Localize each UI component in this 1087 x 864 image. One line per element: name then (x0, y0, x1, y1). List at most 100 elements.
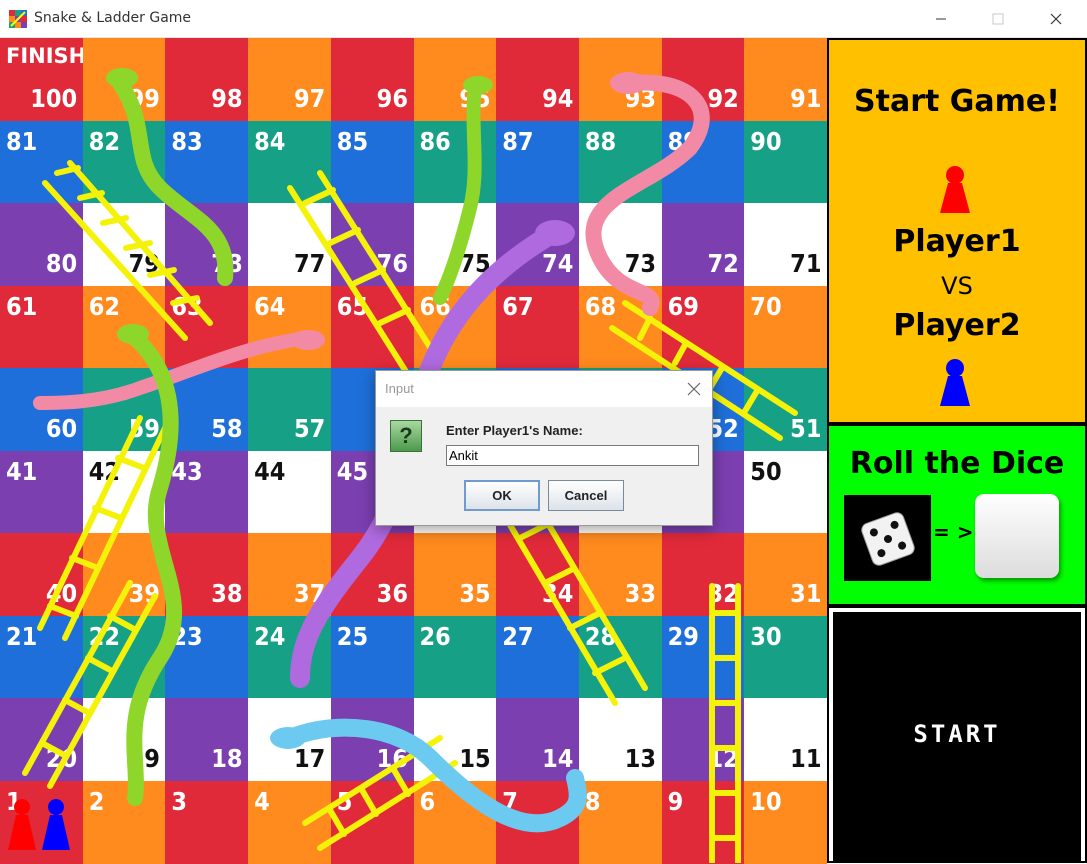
roll-dice-title: Roll the Dice (849, 446, 1065, 481)
minimize-button[interactable] (918, 0, 964, 38)
cell-number: 17 (293, 744, 326, 773)
cell-number: 36 (376, 579, 408, 608)
cell-number: 88 (584, 126, 617, 156)
board-cell: 9 (661, 780, 745, 864)
board-cell: 83 (165, 120, 249, 204)
board-cell: 14 (496, 698, 580, 781)
dialog-title: Input (385, 381, 414, 396)
player-name-input[interactable] (446, 445, 699, 466)
cell-number: 63 (171, 291, 203, 321)
cell-number: 15 (459, 744, 491, 773)
cell-number: 87 (502, 126, 534, 156)
blue-pawn-icon (940, 359, 970, 406)
cell-number: 78 (211, 249, 243, 278)
cell-number: 43 (171, 456, 203, 486)
board-cell: 62 (82, 285, 166, 369)
cell-number: 68 (584, 291, 617, 321)
window-title-bar: Snake & Ladder Game (0, 0, 1087, 38)
cell-number: 58 (211, 414, 243, 443)
cell-number: 62 (88, 291, 120, 321)
board-cell: 64 (248, 285, 332, 369)
cell-number: 13 (624, 744, 657, 773)
board-cell: 97 (248, 38, 332, 121)
board-cell: 60 (0, 368, 84, 451)
start-game-panel: Start Game! Player1 VS Player2 (827, 38, 1087, 424)
board-cell: 81 (0, 120, 84, 204)
board-cell: 89 (661, 120, 745, 204)
cell-number: 61 (6, 291, 38, 321)
roll-dice-button[interactable] (844, 495, 931, 581)
cell-number: 6 (419, 786, 436, 816)
cell-number: 24 (254, 621, 286, 651)
board-cell: 4 (248, 780, 332, 864)
cell-number: 20 (45, 744, 78, 773)
board-cell: 71 (744, 203, 828, 286)
cell-number: 2 (88, 786, 105, 816)
dialog-prompt: Enter Player1's Name: (446, 423, 583, 438)
board-cell: 87 (496, 120, 580, 204)
board-cell: 41 (0, 450, 84, 534)
cell-number: 97 (293, 84, 326, 113)
cell-number: 44 (254, 456, 286, 486)
cell-number: 29 (667, 621, 699, 651)
cell-number: 80 (45, 249, 78, 278)
board-cell: 24 (248, 615, 332, 699)
board-cell: 72 (661, 203, 745, 286)
maximize-button[interactable] (975, 0, 1021, 38)
cell-number: 5 (336, 786, 353, 816)
cell-number: 90 (750, 126, 782, 156)
close-icon (1050, 13, 1062, 25)
board-cell: 44 (248, 450, 332, 534)
board-cell: 76 (330, 203, 414, 286)
cell-number: 57 (293, 414, 326, 443)
maximize-icon (992, 13, 1004, 25)
cell-number: 25 (336, 621, 369, 651)
versus-label: VS (941, 272, 973, 300)
board-cell: 58 (165, 368, 249, 451)
cell-number: 41 (6, 456, 38, 486)
cell-number: 98 (211, 84, 243, 113)
board-cell: 93 (578, 38, 663, 121)
cell-number: 93 (624, 84, 657, 113)
start-button-label: START (913, 720, 1001, 748)
ok-button[interactable]: OK (464, 480, 540, 511)
start-button[interactable]: START (833, 612, 1081, 861)
cell-number: 42 (88, 456, 120, 486)
board-cell: 95 (413, 38, 497, 121)
board-cell: 22 (82, 615, 166, 699)
dice-result (975, 494, 1059, 578)
dialog-close-button[interactable] (684, 379, 704, 399)
board-cell: 51 (744, 368, 828, 451)
cell-number: 37 (293, 579, 326, 608)
cell-number: 71 (790, 249, 822, 278)
board-cell: 38 (165, 533, 249, 616)
dialog-title-bar: Input (376, 371, 712, 407)
cell-number: 51 (790, 414, 822, 443)
board-cell: 57 (248, 368, 332, 451)
red-pawn-icon (940, 166, 970, 213)
cell-number: 34 (542, 579, 574, 608)
board-cell: 32 (661, 533, 745, 616)
roll-dice-panel: Roll the Dice = > (827, 424, 1087, 606)
cell-number: 35 (459, 579, 491, 608)
cell-number: 19 (128, 744, 160, 773)
cell-number: 22 (88, 621, 120, 651)
board-cell: 98 (165, 38, 249, 121)
cell-number: 16 (376, 744, 408, 773)
cancel-button[interactable]: Cancel (548, 480, 624, 511)
board-cell: 100 FINISH (0, 38, 86, 121)
board-cell: 66 (413, 285, 497, 369)
cell-number: 99 (128, 84, 160, 113)
board-cell: 13 (578, 698, 663, 781)
close-button[interactable] (1033, 0, 1079, 38)
cell-number: 32 (707, 579, 739, 608)
board-cell: 74 (496, 203, 580, 286)
board-cell: 88 (578, 120, 663, 204)
cell-number: 7 (502, 786, 518, 816)
board-cell: 34 (496, 533, 580, 616)
question-icon: ? (390, 420, 422, 452)
board-cell: 19 (82, 698, 166, 781)
board-cell: 80 (0, 203, 84, 286)
player2-name: Player2 (893, 308, 1021, 343)
cell-number: 40 (45, 579, 78, 608)
